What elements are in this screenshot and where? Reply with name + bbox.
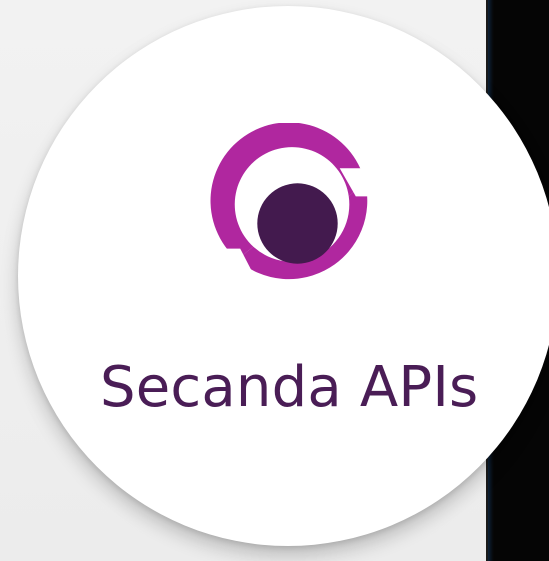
secanda-logo: [197, 123, 398, 324]
logo-core-icon: [257, 183, 338, 264]
brand-name: Secanda APIs: [100, 355, 479, 420]
